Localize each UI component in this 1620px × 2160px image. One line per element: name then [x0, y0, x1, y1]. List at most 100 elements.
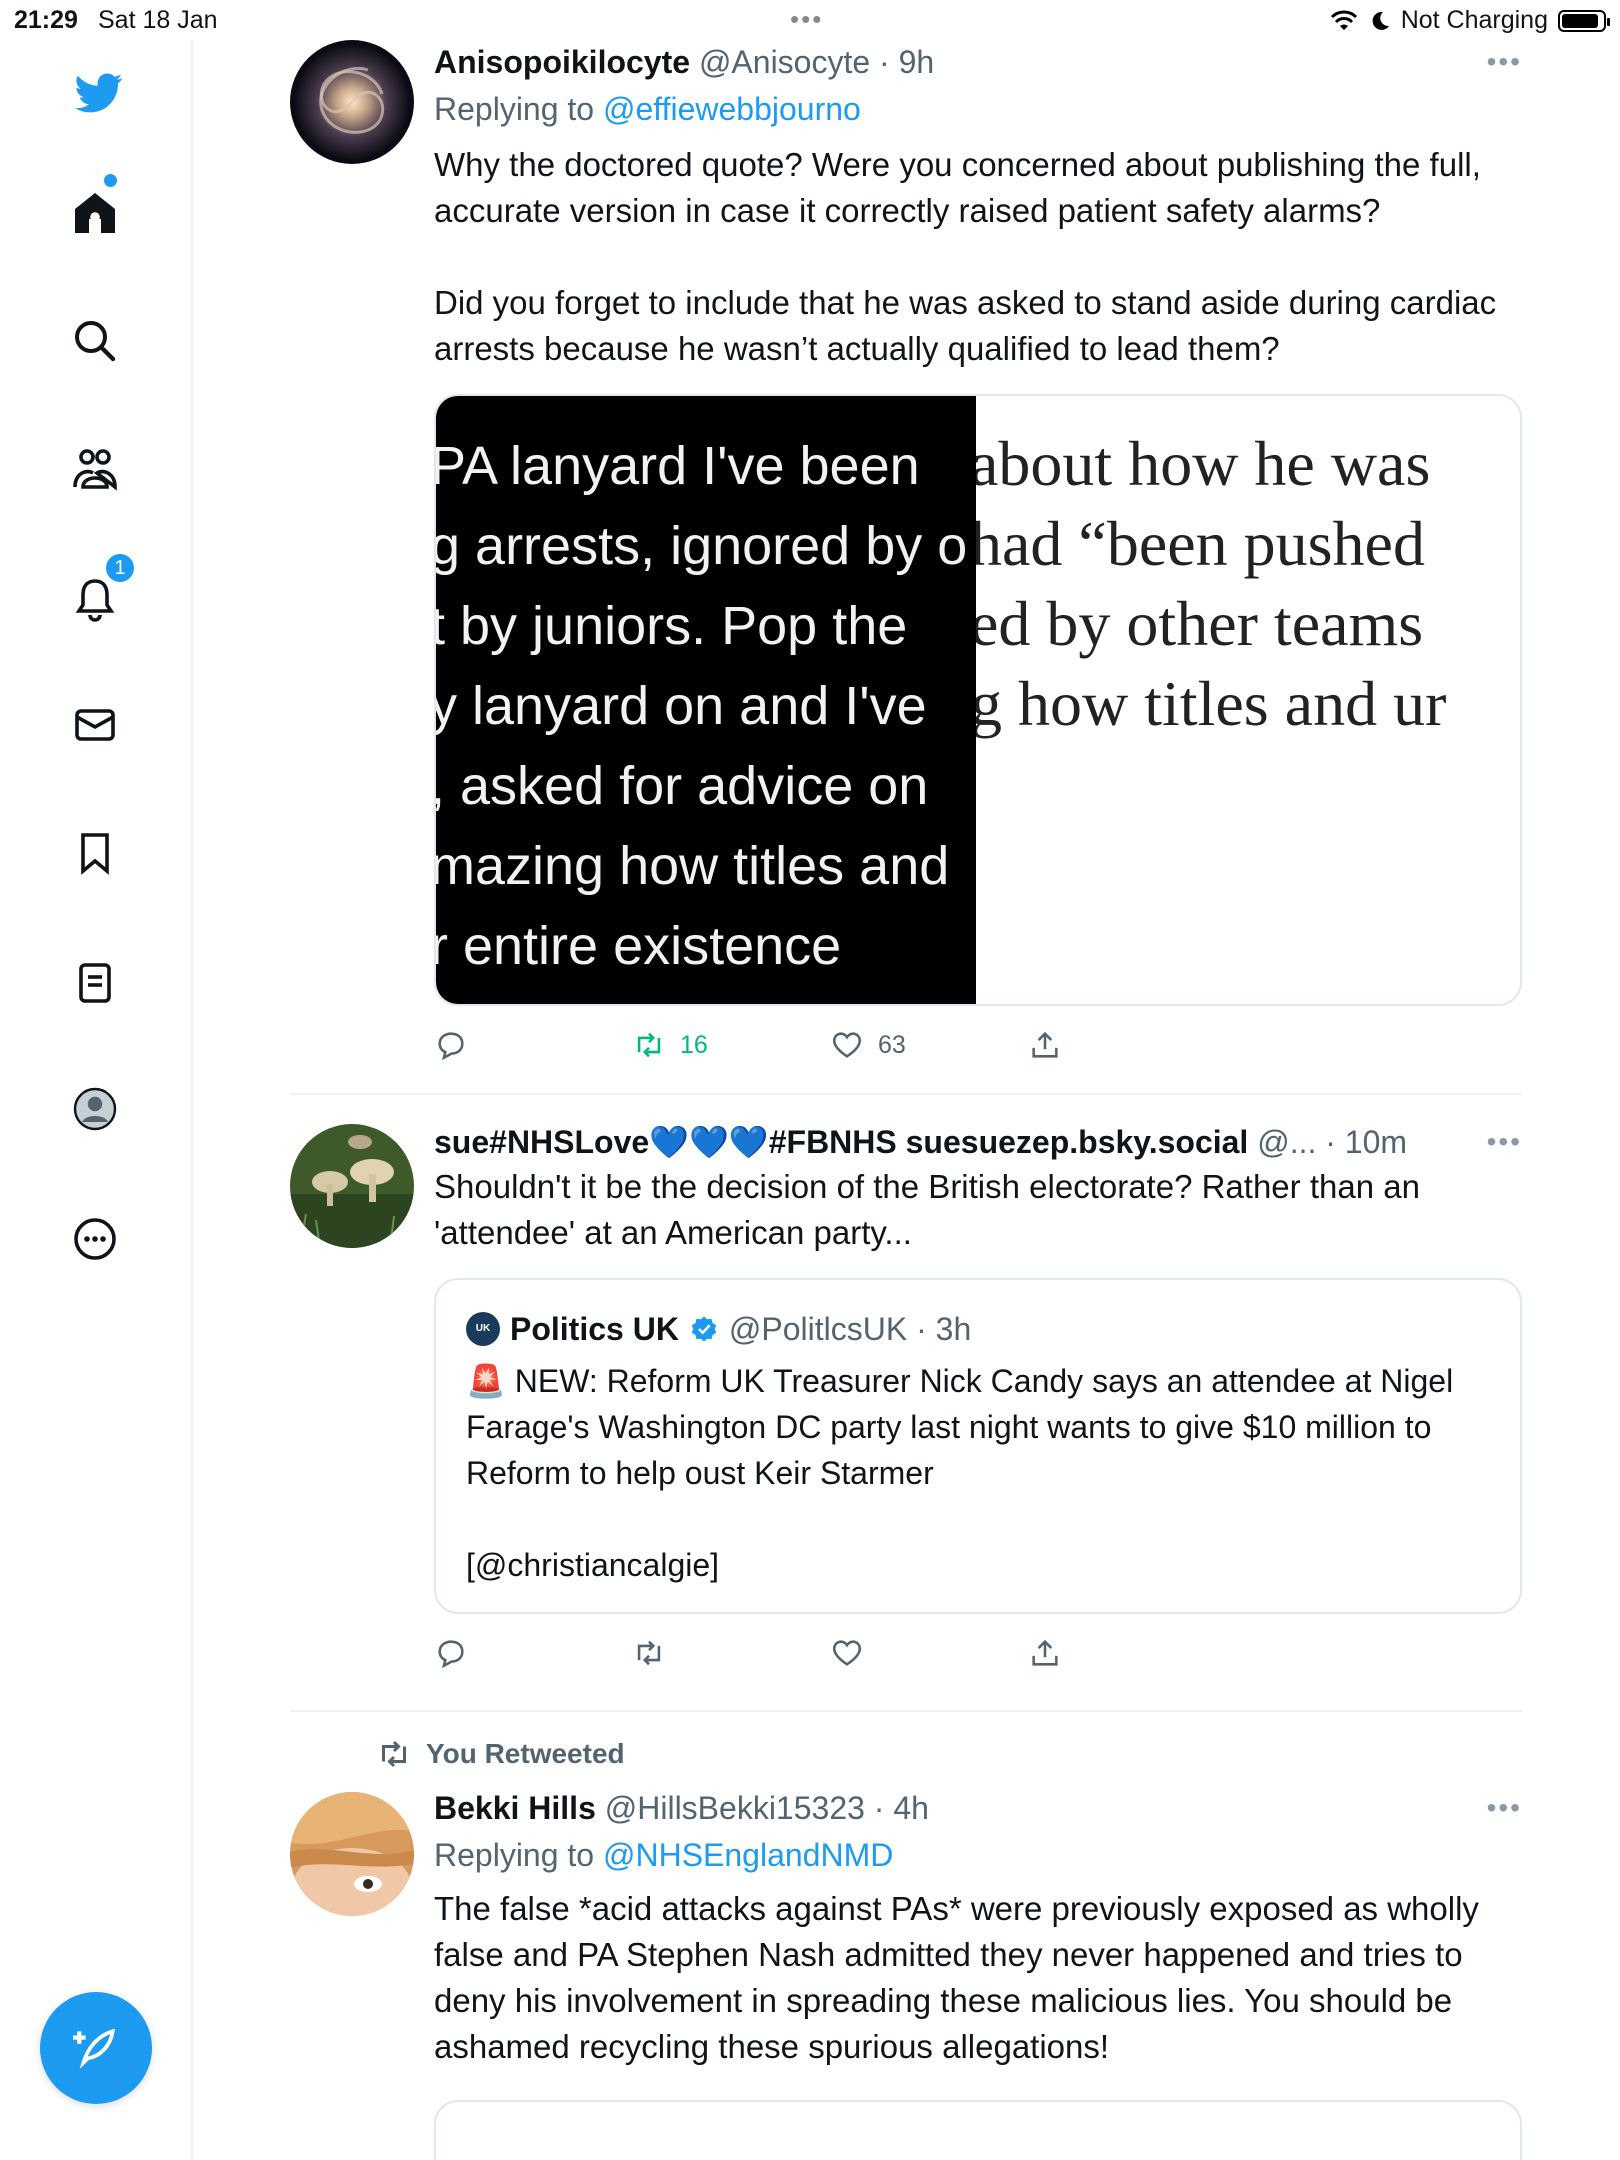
communities-icon[interactable]: [66, 440, 124, 498]
retweet-button[interactable]: 16: [632, 1028, 708, 1062]
tweet-sue[interactable]: sue#NHSLove💙💙💙#FBNHS suesuezep.bsky.soci…: [290, 1120, 1522, 1680]
wifi-icon: [1330, 10, 1357, 30]
feather-plus-icon: [73, 2028, 115, 2070]
media-left-line: t by juniors. Pop the: [436, 596, 908, 656]
profile-avatar-icon[interactable]: [66, 1080, 124, 1138]
media-left-line: r entire existence: [436, 916, 842, 976]
media-image-right: about how he was had “been pushed ed by …: [976, 396, 1520, 1004]
tweet-actions: 16 63: [434, 1028, 1522, 1088]
avatar-sue[interactable]: [290, 1124, 414, 1248]
separator-dot: ·: [907, 1311, 936, 1347]
tweet-media-partial[interactable]: [434, 2100, 1522, 2160]
author-name[interactable]: Anisopoikilocyte: [434, 44, 690, 80]
notifications-badge: 1: [104, 552, 136, 584]
heart-icon: [832, 1640, 862, 1666]
media-left-line: g arrests, ignored by o: [436, 516, 968, 576]
tweet-header: sue#NHSLove💙💙💙#FBNHS suesuezep.bsky.soci…: [434, 1120, 1522, 1164]
avatar-anisopoikilocyte[interactable]: [290, 40, 414, 164]
more-options-icon[interactable]: [66, 1210, 124, 1268]
tweet-text: Why the doctored quote? Were you concern…: [434, 146, 1497, 367]
retweet-button[interactable]: [632, 1636, 666, 1670]
replying-to: Replying to @effiewebbjourno: [434, 84, 1522, 134]
twitter-logo-icon[interactable]: [70, 64, 128, 122]
tweet-text: Shouldn't it be the decision of the Brit…: [434, 1168, 1430, 1251]
author-name[interactable]: Bekki Hills: [434, 1790, 596, 1826]
verified-badge-icon: [691, 1316, 717, 1342]
author-name[interactable]: sue#NHSLove💙💙💙#FBNHS suesuezep.bsky.soci…: [434, 1124, 1248, 1160]
home-unread-dot: [104, 174, 117, 187]
status-time: 21:29: [14, 6, 78, 34]
media-image-left: PA lanyard I've been g arrests, ignored …: [436, 396, 976, 1004]
politics-uk-logo: UK: [466, 1312, 500, 1346]
replying-prefix: Replying to: [434, 91, 603, 127]
author-handle[interactable]: @HillsBekki15323: [605, 1790, 865, 1826]
share-button[interactable]: [1028, 1636, 1062, 1670]
quoted-tweet-text: 🚨 NEW: Reform UK Treasurer Nick Candy sa…: [466, 1363, 1454, 1583]
separator-dot: ·: [870, 44, 899, 80]
share-icon: [1032, 1031, 1058, 1058]
separator-dot: ·: [864, 1790, 894, 1826]
replying-to-handle[interactable]: @NHSEnglandNMD: [603, 1837, 893, 1873]
tweet-body: sue#NHSLove💙💙💙#FBNHS suesuezep.bsky.soci…: [434, 1120, 1522, 1696]
search-icon[interactable]: [66, 312, 124, 370]
tweet-bekki-hills[interactable]: You Retweeted Bekki Hills @HillsBekki153…: [290, 1736, 1522, 2160]
avatar-bekki-hills[interactable]: [290, 1792, 414, 1916]
moon-icon: [1372, 11, 1389, 30]
more-menu-icon[interactable]: •••: [1487, 40, 1522, 84]
tweet-divider: [290, 1093, 1522, 1095]
media-right-line: had “been pushed: [976, 508, 1425, 579]
bookmark-icon[interactable]: [66, 824, 124, 882]
tweet-media[interactable]: PA lanyard I've been g arrests, ignored …: [434, 394, 1522, 1006]
reply-button[interactable]: [434, 1028, 468, 1062]
reply-icon: [438, 1032, 464, 1061]
like-count: 63: [878, 1030, 906, 1059]
author-handle[interactable]: @Anisocyte: [699, 44, 870, 80]
like-button[interactable]: 63: [830, 1028, 906, 1062]
replying-to-handle[interactable]: @effiewebbjourno: [603, 91, 861, 127]
tweet-body: Bekki Hills @HillsBekki15323 · 4h ••• Re…: [434, 1786, 1522, 2070]
heart-icon: [832, 1032, 862, 1058]
quoted-tweet-time: 3h: [935, 1311, 972, 1347]
media-left-line: mazing how titles and: [436, 836, 950, 896]
tweet-time[interactable]: 4h: [893, 1790, 929, 1826]
more-menu-icon[interactable]: •••: [1487, 1786, 1522, 1830]
author-handle[interactable]: @...: [1257, 1124, 1316, 1160]
share-button[interactable]: [1028, 1028, 1062, 1062]
more-menu-icon[interactable]: •••: [1487, 1120, 1522, 1164]
share-icon: [1032, 1639, 1058, 1666]
status-right: Not Charging: [1329, 6, 1610, 35]
retweet-icon: [637, 1640, 661, 1666]
reply-button[interactable]: [434, 1636, 468, 1670]
status-date: Sat 18 Jan: [98, 6, 218, 34]
media-left-line: y lanyard on and I've: [436, 676, 927, 736]
quoted-tweet-header: UK Politics UK @PolitlcsUK · 3h: [466, 1306, 1490, 1352]
compose-tweet-button[interactable]: [40, 1992, 152, 2104]
tweet-header: Anisopoikilocyte @Anisocyte · 9h •••: [434, 40, 1522, 84]
reply-icon: [438, 1640, 464, 1669]
like-button[interactable]: [830, 1636, 864, 1670]
tweet-anisopoikilocyte[interactable]: Anisopoikilocyte @Anisocyte · 9h ••• Rep…: [290, 40, 1522, 1061]
sidebar: 1: [0, 40, 193, 2160]
media-right-line: about how he was: [976, 428, 1431, 499]
media-left-line: PA lanyard I've been: [436, 436, 920, 496]
retweet-icon: [382, 1740, 406, 1768]
replying-prefix: Replying to: [434, 1837, 603, 1873]
quoted-author-name: Politics UK: [510, 1311, 679, 1347]
retweet-count: 16: [680, 1030, 708, 1059]
tweet-time[interactable]: 9h: [899, 44, 935, 80]
tweet-divider: [290, 1710, 1522, 1712]
battery-icon: [1558, 9, 1610, 32]
multitasking-dots-icon[interactable]: •••: [790, 4, 823, 35]
tweet-body: Anisopoikilocyte @Anisocyte · 9h ••• Rep…: [434, 40, 1522, 1088]
lists-icon[interactable]: [66, 954, 124, 1012]
messages-envelope-icon[interactable]: [66, 696, 124, 754]
quoted-tweet[interactable]: UK Politics UK @PolitlcsUK · 3h 🚨 NEW: R…: [434, 1278, 1522, 1614]
media-left-line: , asked for advice on: [436, 756, 929, 816]
separator-dot: ·: [1316, 1124, 1345, 1160]
media-right-line: ed by other teams: [976, 588, 1424, 659]
tweet-time[interactable]: 10m: [1345, 1124, 1407, 1160]
home-icon[interactable]: [66, 184, 124, 242]
retweet-label-text: You Retweeted: [426, 1738, 625, 1769]
retweet-icon: [637, 1032, 661, 1058]
quoted-author-handle: @PolitlcsUK: [728, 1311, 908, 1347]
